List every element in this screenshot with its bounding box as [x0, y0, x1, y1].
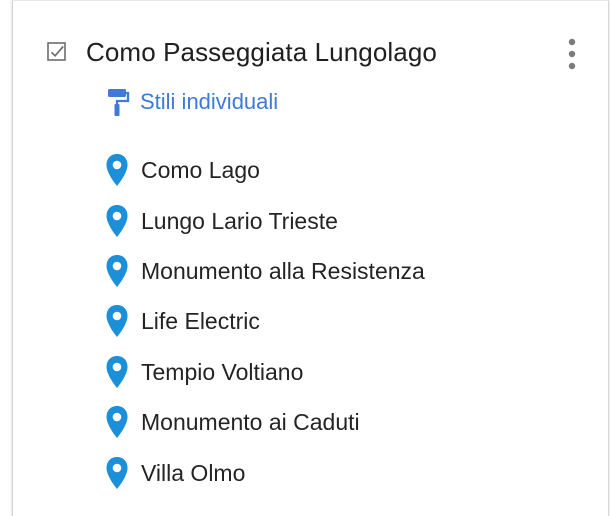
map-pin-icon — [103, 404, 131, 440]
layer-panel-page: Como Passeggiata Lungolago Stili individ… — [0, 0, 610, 516]
layer-options-button[interactable] — [560, 35, 584, 73]
place-item[interactable]: Tempio Voltiano — [103, 347, 563, 397]
place-label: Life Electric — [141, 308, 260, 335]
place-item[interactable]: Life Electric — [103, 296, 563, 346]
place-label: Villa Olmo — [141, 459, 246, 486]
place-item[interactable]: Monumento alla Resistenza — [103, 246, 563, 296]
layer-header: Como Passeggiata Lungolago — [46, 29, 437, 75]
place-item[interactable]: Como Lago — [103, 145, 563, 195]
map-pin-icon — [103, 455, 131, 491]
map-pin-icon — [103, 253, 131, 289]
place-label: Lungo Lario Trieste — [141, 207, 338, 234]
paint-roller-icon — [108, 89, 130, 116]
place-item[interactable]: Lungo Lario Trieste — [103, 195, 563, 245]
more-vert-icon — [568, 38, 576, 70]
layer-visibility-checkbox[interactable] — [46, 41, 68, 63]
map-pin-icon — [103, 303, 131, 339]
individual-styles-link[interactable]: Stili individuali — [106, 85, 278, 119]
place-label: Tempio Voltiano — [141, 358, 304, 385]
map-pin-icon — [103, 152, 131, 188]
place-label: Como Lago — [141, 157, 260, 184]
place-item[interactable]: Monumento ai Caduti — [103, 397, 563, 447]
individual-styles-label: Stili individuali — [140, 89, 279, 114]
layer-title[interactable]: Como Passeggiata Lungolago — [86, 35, 437, 69]
place-label: Monumento ai Caduti — [141, 409, 360, 436]
map-pin-icon — [103, 203, 131, 239]
layer-panel: Como Passeggiata Lungolago Stili individ… — [12, 0, 609, 516]
place-label: Monumento alla Resistenza — [141, 257, 425, 284]
place-list: Como Lago Lungo Lario Trieste Monumento … — [103, 145, 563, 498]
place-item[interactable]: Villa Olmo — [103, 447, 563, 497]
checkbox-checked-icon — [47, 42, 66, 61]
map-pin-icon — [103, 354, 131, 390]
